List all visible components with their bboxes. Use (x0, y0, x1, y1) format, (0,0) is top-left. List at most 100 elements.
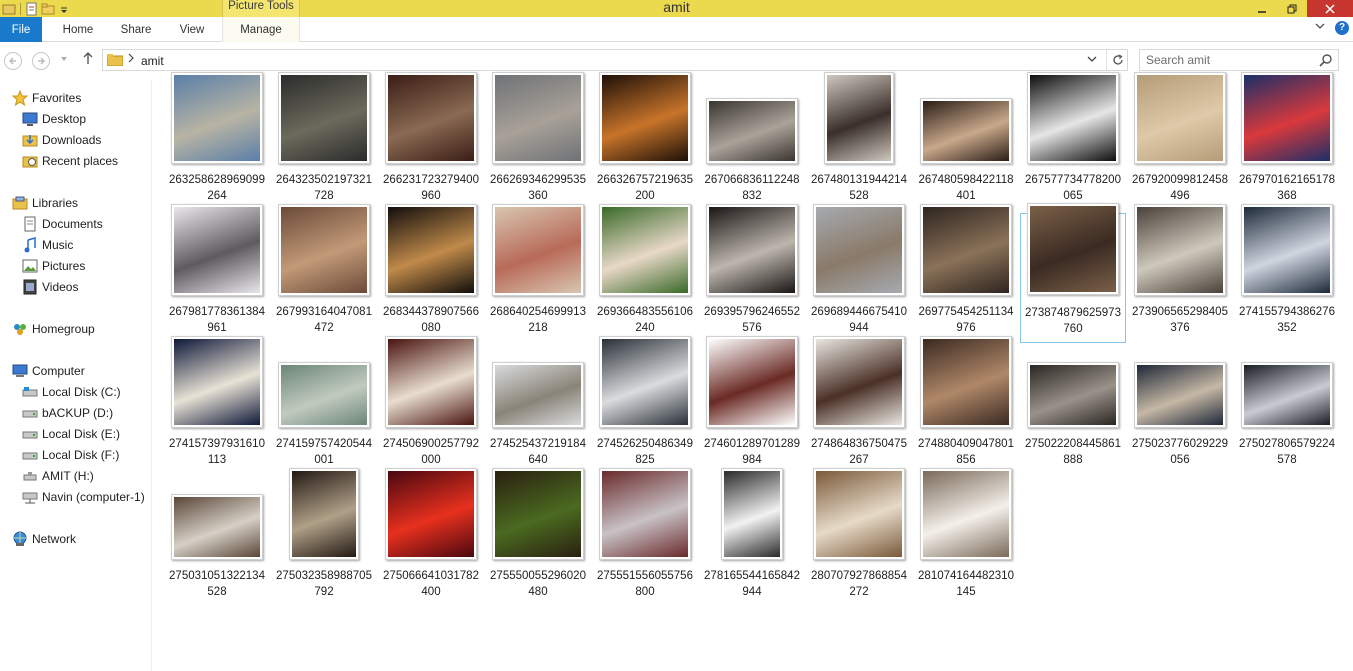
file-item[interactable]: 267577734778200 065 (1020, 72, 1126, 211)
file-name-line: 578 (1277, 454, 1297, 466)
file-item[interactable]: 268640254699913 218 (485, 204, 591, 343)
breadcrumb-chevron-icon[interactable] (128, 53, 134, 65)
nav-computer[interactable]: Computer (12, 361, 85, 381)
search-box[interactable] (1139, 49, 1339, 71)
file-item[interactable]: 275032358988705 792 (271, 468, 377, 607)
file-item[interactable]: 275066641031782 400 (378, 468, 484, 607)
file-item[interactable]: 267970162165178 368 (1234, 72, 1340, 211)
tab-share[interactable]: Share (108, 17, 164, 42)
nav-libraries-label: Libraries (32, 196, 79, 210)
nav-favorites[interactable]: Favorites (11, 88, 81, 108)
file-item[interactable]: 275027806579224 578 (1234, 345, 1340, 475)
file-item[interactable]: 269366483556106 240 (592, 204, 698, 343)
file-item[interactable]: 266231723279400 960 (378, 72, 484, 211)
file-item[interactable]: 273906565298405 376 (1127, 204, 1233, 343)
thumbnail-image (281, 75, 367, 161)
image-thumbnail (385, 336, 477, 428)
chevron-down-icon (61, 57, 67, 61)
file-item[interactable]: 267480131944214 528 (806, 72, 912, 211)
nav-drive-e[interactable]: Local Disk (E:) (22, 424, 120, 444)
tab-home[interactable]: Home (50, 17, 106, 42)
file-item[interactable]: 274157397931610 113 (164, 336, 270, 475)
nav-videos[interactable]: Videos (22, 277, 78, 297)
refresh-button[interactable] (1106, 50, 1128, 70)
recent-locations-button[interactable] (60, 55, 68, 65)
file-item[interactable]: 274525437219184 640 (485, 345, 591, 475)
image-thumbnail (492, 204, 584, 296)
file-item[interactable]: 266326757219635 200 (592, 72, 698, 211)
tab-view[interactable]: View (166, 17, 218, 42)
file-item[interactable]: 264323502197321 728 (271, 72, 377, 211)
chevron-down-icon (1087, 56, 1097, 62)
file-item[interactable]: 267920099812458 496 (1127, 72, 1233, 211)
customize-toolbar-icon[interactable] (57, 2, 71, 16)
nav-network-drive[interactable]: Navin (computer-1) (22, 487, 145, 507)
file-name: 267981778361384 961 (164, 304, 270, 336)
file-item[interactable]: 274880409047801 856 (913, 336, 1019, 475)
explorer-icon[interactable] (2, 2, 16, 16)
nav-pictures[interactable]: Pictures (22, 256, 85, 276)
file-item[interactable]: 274864836750475 267 (806, 336, 912, 475)
file-item[interactable]: 274155794386276 352 (1234, 204, 1340, 343)
file-item[interactable]: 278165544165842 944 (699, 468, 805, 607)
file-name: 267920099812458 496 (1127, 172, 1233, 204)
file-item[interactable]: 263258628969099 264 (164, 72, 270, 211)
nav-drive-d[interactable]: bACKUP (D:) (22, 403, 113, 423)
ribbon-tabs: File Home Share View Manage ? (0, 17, 1353, 42)
file-item[interactable]: 274601289701289 984 (699, 336, 805, 475)
nav-drive-c[interactable]: Local Disk (C:) (22, 382, 121, 402)
file-item[interactable]: 274526250486349 825 (592, 336, 698, 475)
nav-desktop[interactable]: Desktop (22, 109, 86, 129)
search-input[interactable] (1146, 53, 1316, 67)
address-dropdown-button[interactable] (1087, 54, 1097, 66)
tab-manage[interactable]: Manage (222, 17, 300, 42)
nav-drive-f[interactable]: Local Disk (F:) (22, 445, 119, 465)
file-item[interactable]: 269395796246552 576 (699, 204, 805, 343)
nav-music[interactable]: Music (22, 235, 73, 255)
nav-homegroup[interactable]: Homegroup (12, 319, 95, 339)
file-item[interactable]: 275031051322134 528 (164, 477, 270, 607)
minimize-button[interactable] (1247, 0, 1277, 17)
breadcrumb-current[interactable]: amit (141, 54, 164, 68)
file-item[interactable]: 275551556055756 800 (592, 468, 698, 607)
thumbnail-image (602, 207, 688, 293)
nav-documents[interactable]: Documents (22, 214, 103, 234)
nav-network[interactable]: Network (12, 529, 76, 549)
file-item[interactable]: 274506900257792 000 (378, 336, 484, 475)
nav-downloads[interactable]: Downloads (22, 130, 101, 150)
forward-button[interactable] (32, 52, 50, 70)
file-item[interactable]: 267480598422118 401 (913, 81, 1019, 211)
file-name-line: 576 (742, 322, 762, 334)
nav-libraries[interactable]: Libraries (12, 193, 78, 213)
help-button[interactable]: ? (1335, 21, 1349, 35)
properties-icon[interactable] (25, 2, 39, 16)
file-item[interactable]: 273874879625973 760 (1020, 203, 1126, 343)
picture-tools-context-label: Picture Tools (222, 0, 300, 17)
file-item[interactable]: 267981778361384 961 (164, 204, 270, 343)
file-item[interactable]: 275022208445861 888 (1020, 345, 1126, 475)
file-item[interactable]: 268344378907566 080 (378, 204, 484, 343)
file-item[interactable]: 269775454251134 976 (913, 204, 1019, 343)
expand-ribbon-button[interactable] (1313, 21, 1327, 35)
search-icon[interactable] (1319, 53, 1333, 67)
address-bar[interactable]: amit (102, 49, 1128, 71)
file-item[interactable]: 266269346299535 360 (485, 72, 591, 211)
file-item[interactable]: 274159757420544 001 (271, 345, 377, 475)
file-item[interactable]: 275550055296020 480 (485, 468, 591, 607)
file-item[interactable]: 267993164047081 472 (271, 204, 377, 343)
nav-recent-places[interactable]: Recent places (22, 151, 118, 171)
file-item[interactable]: 281074164482310 145 (913, 468, 1019, 607)
close-button[interactable] (1307, 0, 1353, 17)
back-button[interactable] (4, 52, 22, 70)
nav-drive-h[interactable]: AMIT (H:) (22, 466, 94, 486)
restore-button[interactable] (1277, 0, 1307, 17)
file-item[interactable]: 267066836112248 832 (699, 81, 805, 211)
file-item[interactable]: 275023776029229 056 (1127, 345, 1233, 475)
new-folder-icon[interactable] (41, 2, 55, 16)
tab-file[interactable]: File (0, 17, 42, 42)
up-button[interactable] (80, 51, 96, 69)
image-thumbnail (824, 72, 894, 164)
file-item[interactable]: 280707927868854 272 (806, 468, 912, 607)
file-item[interactable]: 269689446675410 944 (806, 204, 912, 343)
thumbnail-image (292, 471, 356, 557)
